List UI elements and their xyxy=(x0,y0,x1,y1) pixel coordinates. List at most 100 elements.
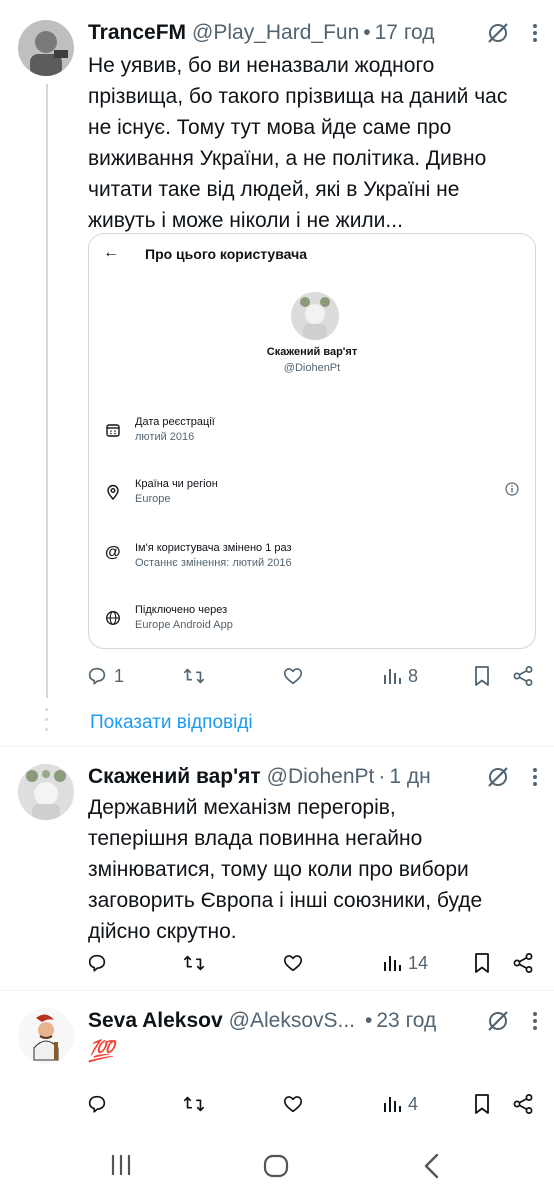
more-options-icon[interactable] xyxy=(532,1011,538,1031)
grok-icon[interactable] xyxy=(486,21,510,45)
separator: · xyxy=(378,765,386,788)
card-row-country: Країна чи регіон Europe xyxy=(105,478,519,512)
like-button[interactable] xyxy=(282,1093,304,1115)
text-line: живуть і може ніколи і не жили... xyxy=(88,209,403,232)
bookmark-button[interactable] xyxy=(472,952,492,974)
text-line: прізвища, бо такого прізвища на даний ча… xyxy=(88,85,508,108)
avatar[interactable] xyxy=(18,20,74,76)
post-header: Скажений вар'ят @DiohenPt · 1 дн xyxy=(88,762,538,792)
thread-dot xyxy=(45,708,48,711)
card-row-registration: Дата реєстрації лютий 2016 xyxy=(105,416,519,450)
post-text: 💯 xyxy=(88,1036,536,1067)
header-actions xyxy=(486,1006,538,1036)
row-value: Europe Android App xyxy=(135,619,233,631)
text-line: Державний механізм перегорів, xyxy=(88,796,396,819)
retweet-icon xyxy=(183,955,205,971)
retweet-button[interactable] xyxy=(182,952,206,974)
views-button[interactable]: 14 xyxy=(382,953,428,974)
text-line: теперішня влада повинна негайно xyxy=(88,827,423,850)
views-button[interactable]: 8 xyxy=(382,666,418,687)
retweet-icon xyxy=(183,1096,205,1112)
row-label: Країна чи регіон xyxy=(135,478,218,490)
text-line: дійсно скрутно. xyxy=(88,920,237,943)
reply-button[interactable] xyxy=(86,952,108,974)
avatar[interactable] xyxy=(18,764,74,820)
post-actions: 14 xyxy=(86,947,538,979)
views-count: 4 xyxy=(408,1093,419,1114)
author-handle[interactable]: @DiohenPt xyxy=(267,765,375,789)
card-name: Скажений вар'ят xyxy=(266,346,358,358)
like-button[interactable] xyxy=(282,952,304,974)
like-button[interactable] xyxy=(282,665,304,687)
heart-icon xyxy=(283,1096,303,1113)
timestamp[interactable]: 23 год xyxy=(376,1009,436,1033)
avatar[interactable] xyxy=(18,1008,74,1064)
author-handle[interactable]: @AleksovS... xyxy=(229,1009,355,1033)
share-icon xyxy=(513,953,533,973)
more-options-icon[interactable] xyxy=(532,23,538,43)
card-row-connected: Підключено через Europe Android App xyxy=(105,604,519,638)
views-icon xyxy=(384,1097,401,1112)
grok-icon[interactable] xyxy=(486,765,510,789)
separator: • xyxy=(363,21,371,44)
post-aleksov[interactable]: Seva Aleksov @AleksovS... • 23 год 💯 4 xyxy=(0,1006,554,1122)
share-button[interactable] xyxy=(512,665,534,687)
more-options-icon[interactable] xyxy=(532,767,538,787)
reply-icon xyxy=(88,667,106,685)
reply-count: 1 xyxy=(114,665,125,686)
author-name[interactable]: Seva Aleksov xyxy=(88,1009,223,1033)
row-label: Підключено через xyxy=(135,604,228,616)
calendar-icon xyxy=(105,422,123,440)
post-actions: 1 8 xyxy=(86,660,538,692)
thread-dot xyxy=(45,718,48,721)
retweet-button[interactable] xyxy=(182,1093,206,1115)
globe-icon xyxy=(105,610,123,628)
home-icon[interactable] xyxy=(262,1152,290,1180)
author-name[interactable]: Скажений вар'ят xyxy=(88,765,261,789)
retweet-button[interactable] xyxy=(182,665,206,687)
bookmark-button[interactable] xyxy=(472,1093,492,1115)
share-icon xyxy=(513,666,533,686)
at-sign-icon: @ xyxy=(105,544,121,561)
reply-button[interactable]: 1 xyxy=(86,665,124,687)
bookmark-button[interactable] xyxy=(472,665,492,687)
author-handle[interactable]: @Play_Hard_Fun xyxy=(192,21,359,45)
author-name[interactable]: TranceFM xyxy=(88,21,186,45)
text-line: Не уявив, бо ви неназвали жодного xyxy=(88,54,435,77)
bookmark-icon xyxy=(475,666,489,686)
divider xyxy=(0,990,554,991)
post-actions: 4 xyxy=(86,1088,538,1120)
share-button[interactable] xyxy=(512,1093,534,1115)
text-line: не існує. Тому тут мова йде саме про xyxy=(88,116,452,139)
card-handle: @DiohenPt xyxy=(283,362,341,374)
grok-icon[interactable] xyxy=(486,1009,510,1033)
share-icon xyxy=(513,1094,533,1114)
post-tracefm[interactable]: TranceFM @Play_Hard_Fun • 17 год Не уяви… xyxy=(0,18,554,708)
back-arrow-icon: ← xyxy=(103,244,119,261)
row-label: Ім'я користувача змінено 1 раз xyxy=(135,542,292,554)
share-button[interactable] xyxy=(512,952,534,974)
location-pin-icon xyxy=(105,484,123,502)
row-label: Дата реєстрації xyxy=(135,416,215,428)
reply-icon xyxy=(88,1095,106,1113)
views-button[interactable]: 4 xyxy=(382,1094,418,1115)
timestamp[interactable]: 1 дн xyxy=(389,765,430,789)
header-actions xyxy=(486,18,538,48)
reply-button[interactable] xyxy=(86,1093,108,1115)
divider xyxy=(0,746,554,747)
text-line: виживання України, а не політика. Дивно xyxy=(88,147,487,170)
card-title: Про цього користувача xyxy=(145,246,307,262)
row-value: Europe xyxy=(135,493,171,505)
system-navigation-bar xyxy=(0,1130,554,1200)
timestamp[interactable]: 17 год xyxy=(375,21,435,45)
row-value: лютий 2016 xyxy=(135,431,195,443)
views-icon xyxy=(384,956,401,971)
text-line: читати таке від людей, які в Україні не xyxy=(88,178,460,201)
post-diohenpt[interactable]: Скажений вар'ят @DiohenPt · 1 дн Державн… xyxy=(0,762,554,982)
hundred-points-emoji: 💯 xyxy=(88,1040,115,1063)
card-row-username: @ Ім'я користувача змінено 1 раз Останнє… xyxy=(105,542,519,576)
back-icon[interactable] xyxy=(420,1152,444,1180)
embedded-image[interactable]: ← Про цього користувача Скажений вар'ят … xyxy=(88,233,536,649)
recent-apps-icon[interactable] xyxy=(108,1152,134,1178)
show-replies-link[interactable]: Показати відповіді xyxy=(90,712,253,734)
